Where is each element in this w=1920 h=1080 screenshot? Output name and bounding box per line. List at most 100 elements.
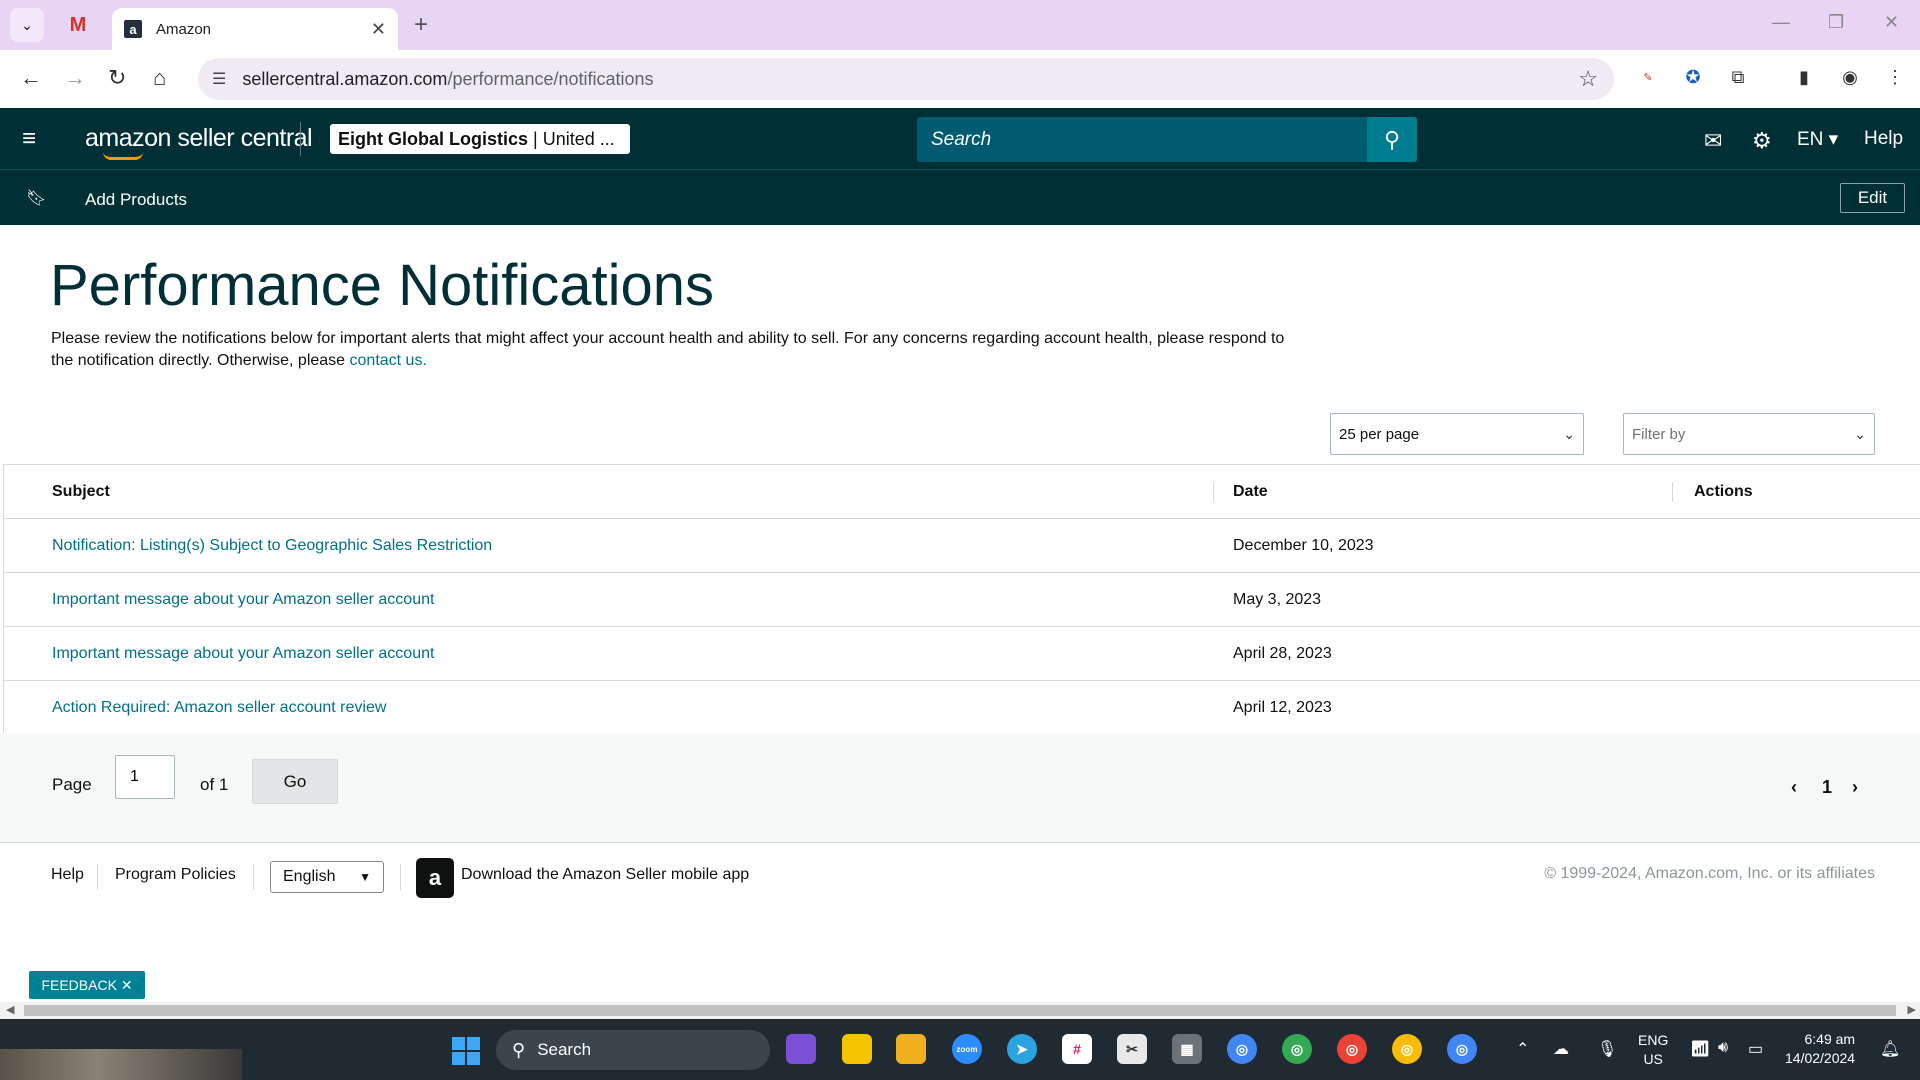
extension-icon[interactable]: ✎	[1636, 65, 1660, 89]
notification-bell-icon[interactable]: 🔔︎	[1880, 1039, 1900, 1059]
column-divider	[1672, 482, 1673, 502]
current-page-number[interactable]: 1	[1822, 777, 1832, 798]
back-icon[interactable]: ←	[20, 65, 42, 91]
windows-start-icon[interactable]	[452, 1037, 480, 1065]
taskbar-search-label: Search	[537, 1040, 592, 1059]
close-tab-icon[interactable]: ✕	[371, 19, 386, 40]
profile-avatar[interactable]: ◉	[1838, 65, 1862, 89]
chevron-right-icon[interactable]: ›	[1852, 777, 1858, 798]
language-selector[interactable]: EN ▾	[1797, 128, 1838, 151]
amazon-seller-app-icon[interactable]: a	[416, 858, 454, 898]
notification-subject-link[interactable]: Notification: Listing(s) Subject to Geog…	[52, 537, 492, 555]
active-tab[interactable]: a Amazon ✕	[112, 8, 398, 50]
gmail-tab[interactable]: M	[66, 13, 90, 37]
battery-icon[interactable]: ▭	[1748, 1039, 1763, 1059]
scroll-right-icon[interactable]: ▶	[1908, 1003, 1916, 1016]
forward-icon[interactable]: →	[64, 65, 86, 91]
feedback-button[interactable]: FEEDBACK ✕	[29, 971, 145, 999]
copilot-icon[interactable]	[786, 1034, 816, 1064]
onedrive-icon[interactable]: ☁	[1553, 1039, 1569, 1059]
account-switcher[interactable]: Eight Global Logistics | United ...	[330, 124, 630, 154]
footer-language-select[interactable]: English ▼	[270, 861, 384, 893]
window-close-icon[interactable]: ✕	[1884, 12, 1899, 33]
contact-us-link[interactable]: contact us.	[350, 352, 427, 369]
tab-search-button[interactable]: ⌄	[10, 8, 44, 42]
gear-icon[interactable]: ⚙	[1752, 128, 1772, 154]
file-explorer-icon[interactable]	[896, 1034, 926, 1064]
microphone-icon[interactable]: 🎙︎	[1597, 1039, 1617, 1059]
help-link[interactable]: Help	[1864, 128, 1903, 150]
per-page-select[interactable]: 25 per page ⌄	[1330, 413, 1584, 455]
tab-title: Amazon	[156, 20, 212, 38]
snipping-tool-icon[interactable]: ✂	[1117, 1034, 1147, 1064]
new-tab-icon[interactable]: +	[414, 11, 428, 39]
sticky-notes-icon[interactable]	[842, 1034, 872, 1064]
chevron-down-icon: ⌄	[1854, 425, 1866, 442]
horizontal-scrollbar[interactable]: ◀ ▶	[0, 1002, 1920, 1019]
notification-subject-link[interactable]: Important message about your Amazon sell…	[52, 645, 434, 663]
bookmark-star-icon[interactable]: ☆	[1578, 66, 1598, 92]
scroll-left-icon[interactable]: ◀	[6, 1003, 14, 1016]
table-row: Important message about your Amazon sell…	[4, 573, 1920, 627]
extension-icon[interactable]: ✪	[1681, 65, 1705, 89]
windows-taskbar: ⚲ Search zoom ➤ # ✂ ▦ ◎ ◎ ◎ ◎ ◎ ⌃ ☁ 🎙︎ E…	[0, 1019, 1920, 1080]
site-info-icon[interactable]: ☰	[212, 69, 226, 89]
column-header-subject[interactable]: Subject	[52, 483, 110, 501]
home-icon[interactable]: ⌂	[153, 65, 166, 91]
bookmark-icon: 🔖︎	[26, 190, 47, 207]
search-icon: ⚲	[1383, 126, 1401, 152]
input-language-indicator[interactable]: ENG US	[1638, 1031, 1668, 1069]
restore-icon[interactable]: ❐	[1828, 12, 1844, 33]
side-panel-icon[interactable]: ▮	[1792, 65, 1816, 89]
chevron-left-icon[interactable]: ‹	[1791, 777, 1797, 798]
bookmark-add-products[interactable]: Add Products	[85, 190, 187, 210]
column-header-date[interactable]: Date	[1233, 483, 1268, 501]
widget-thumbnail[interactable]	[0, 1049, 242, 1080]
search-icon: ⚲	[512, 1039, 526, 1060]
amazon-smile-icon	[103, 152, 143, 160]
filter-select[interactable]: Filter by ⌄	[1623, 413, 1875, 455]
address-bar[interactable]: ☰ sellercentral.amazon.com/performance/n…	[198, 58, 1614, 100]
lang-line2: US	[1643, 1051, 1663, 1067]
amazon-seller-central-logo[interactable]: amazon seller central	[85, 124, 313, 160]
system-clock[interactable]: 6:49 am 14/02/2024	[1785, 1030, 1855, 1068]
telegram-icon[interactable]: ➤	[1007, 1034, 1037, 1064]
wifi-icon[interactable]: 📶︎	[1690, 1039, 1710, 1059]
notification-subject-link[interactable]: Action Required: Amazon seller account r…	[52, 699, 386, 717]
page-total-label: of 1	[200, 775, 229, 794]
minimize-icon[interactable]: —	[1772, 12, 1790, 33]
chrome-icon[interactable]: ◎	[1392, 1034, 1422, 1064]
chrome-icon[interactable]: ◎	[1227, 1034, 1257, 1064]
taskbar-search[interactable]: ⚲ Search	[496, 1030, 770, 1070]
logo-text: amazon seller central	[85, 124, 313, 152]
calculator-icon[interactable]: ▦	[1172, 1034, 1202, 1064]
volume-icon[interactable]: 🔊︎	[1718, 1039, 1728, 1057]
search-input[interactable]	[917, 117, 1367, 162]
edit-bookmarks-button[interactable]: Edit	[1840, 183, 1905, 213]
app-download-link[interactable]: Download the Amazon Seller mobile app	[461, 866, 749, 884]
divider	[253, 864, 254, 890]
menu-kebab-icon[interactable]: ⋮	[1883, 65, 1907, 89]
chrome-icon[interactable]: ◎	[1337, 1034, 1367, 1064]
notification-date: December 10, 2023	[1233, 537, 1374, 554]
slack-icon[interactable]: #	[1062, 1034, 1092, 1064]
table-row: Notification: Listing(s) Subject to Geog…	[4, 519, 1920, 573]
zoom-icon[interactable]: zoom	[952, 1034, 982, 1064]
close-icon[interactable]: ✕	[121, 977, 133, 994]
chrome-icon[interactable]: ◎	[1447, 1034, 1477, 1064]
hamburger-menu-icon[interactable]: ≡	[22, 127, 36, 151]
pagination-bar: Page of 1 Go ‹ 1 ›	[0, 733, 1920, 843]
chrome-icon[interactable]: ◎	[1282, 1034, 1312, 1064]
page-number-input[interactable]	[115, 755, 175, 799]
reload-icon[interactable]: ↻	[108, 65, 126, 91]
scrollbar-thumb[interactable]	[24, 1005, 1896, 1016]
mail-icon[interactable]: ✉	[1704, 128, 1722, 154]
footer-help-link[interactable]: Help	[51, 866, 84, 884]
column-header-actions: Actions	[1694, 483, 1753, 500]
go-button[interactable]: Go	[252, 759, 338, 804]
search-button[interactable]: ⚲	[1367, 117, 1417, 162]
footer-program-policies-link[interactable]: Program Policies	[115, 866, 236, 884]
show-hidden-icons-icon[interactable]: ⌃	[1516, 1039, 1529, 1059]
notification-subject-link[interactable]: Important message about your Amazon sell…	[52, 591, 434, 609]
extensions-puzzle-icon[interactable]: ⧉	[1726, 65, 1750, 89]
